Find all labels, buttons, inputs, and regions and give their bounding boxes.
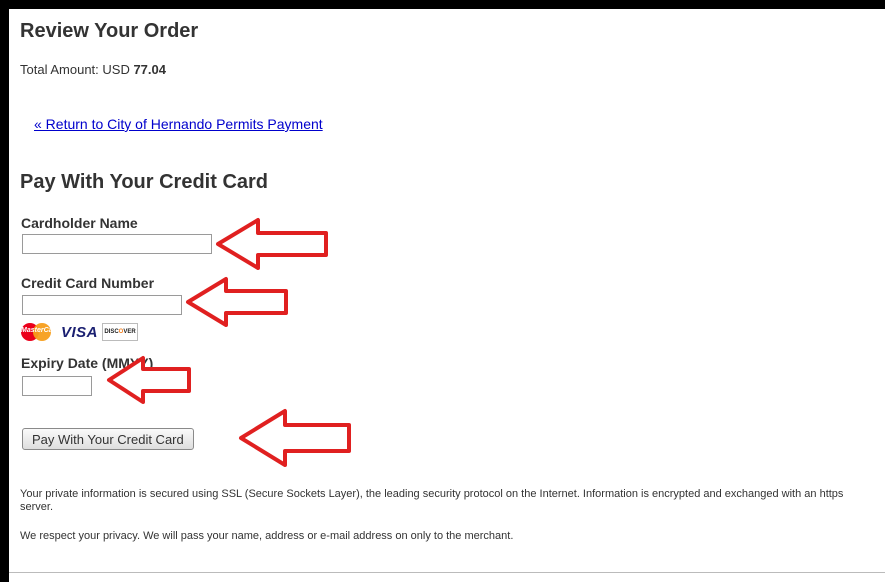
privacy-note: We respect your privacy. We will pass yo… xyxy=(20,530,514,542)
total-amount: Total Amount: USD 77.04 xyxy=(20,62,166,77)
expiry-date-input[interactable] xyxy=(22,376,92,396)
page-title: Review Your Order xyxy=(20,20,199,42)
arrow-icon-card-number xyxy=(186,277,288,327)
discover-icon: DISC O VER xyxy=(102,323,139,341)
return-link[interactable]: « Return to City of Hernando Permits Pay… xyxy=(34,116,323,132)
mastercard-icon: MasterCard xyxy=(21,323,60,341)
divider xyxy=(9,572,885,573)
arrow-icon-expiry xyxy=(107,356,191,404)
pay-with-credit-card-button[interactable]: Pay With Your Credit Card xyxy=(22,428,194,450)
cardholder-label: Cardholder Name xyxy=(21,215,138,231)
cardholder-name-input[interactable] xyxy=(22,234,212,254)
payment-heading: Pay With Your Credit Card xyxy=(20,171,269,193)
visa-icon: VISA xyxy=(61,323,99,341)
security-note: Your private information is secured usin… xyxy=(20,488,844,513)
accepted-cards: MasterCard VISA DISC O VER xyxy=(21,323,139,341)
payment-page: Review Your Order Total Amount: USD 77.0… xyxy=(9,9,885,582)
arrow-icon-submit xyxy=(239,409,351,467)
arrow-icon-cardholder xyxy=(216,218,328,270)
card-number-label: Credit Card Number xyxy=(21,275,155,291)
total-value: 77.04 xyxy=(133,62,166,77)
total-label: Total Amount: USD xyxy=(20,62,134,77)
card-number-input[interactable] xyxy=(22,295,182,315)
